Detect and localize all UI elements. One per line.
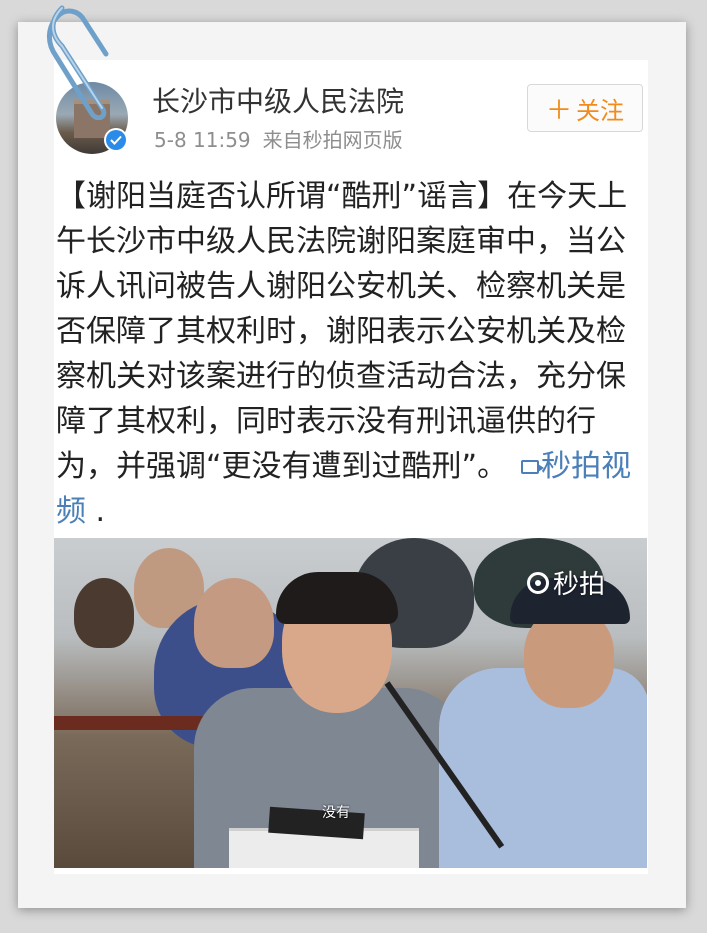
watermark-text: 秒拍 bbox=[553, 570, 606, 600]
miaopai-watermark: 秒拍 bbox=[527, 564, 605, 601]
post-meta: 5-8 11:59 来自秒拍网页版 bbox=[154, 124, 403, 153]
post-body: 【谢阳当庭否认所谓“酷刑”谣言】在今天上午长沙市中级人民法院谢阳案庭审中，当公诉… bbox=[56, 174, 642, 534]
trailing-text: . bbox=[86, 494, 106, 529]
plus-icon: ＋ bbox=[545, 95, 572, 126]
defendant-hair bbox=[276, 572, 398, 624]
audience-person bbox=[74, 578, 134, 648]
follow-label: 关注 bbox=[576, 96, 624, 125]
post-timestamp: 5-8 11:59 bbox=[154, 128, 251, 152]
post-source[interactable]: 来自秒拍网页版 bbox=[263, 128, 403, 152]
video-thumbnail[interactable]: 没有 秒拍 bbox=[54, 538, 647, 868]
audience-person bbox=[194, 578, 274, 668]
paperclip-icon bbox=[47, 5, 109, 120]
follow-button[interactable]: ＋关注 bbox=[527, 84, 643, 132]
post-text: 【谢阳当庭否认所谓“酷刑”谣言】在今天上午长沙市中级人民法院谢阳案庭审中，当公诉… bbox=[56, 179, 628, 484]
miaopai-logo-icon bbox=[527, 571, 549, 594]
verified-badge-icon bbox=[104, 128, 128, 152]
video-subtitle: 没有 bbox=[322, 805, 350, 821]
account-name[interactable]: 长沙市中级人民法院 bbox=[152, 80, 404, 120]
video-icon[interactable] bbox=[521, 460, 545, 474]
